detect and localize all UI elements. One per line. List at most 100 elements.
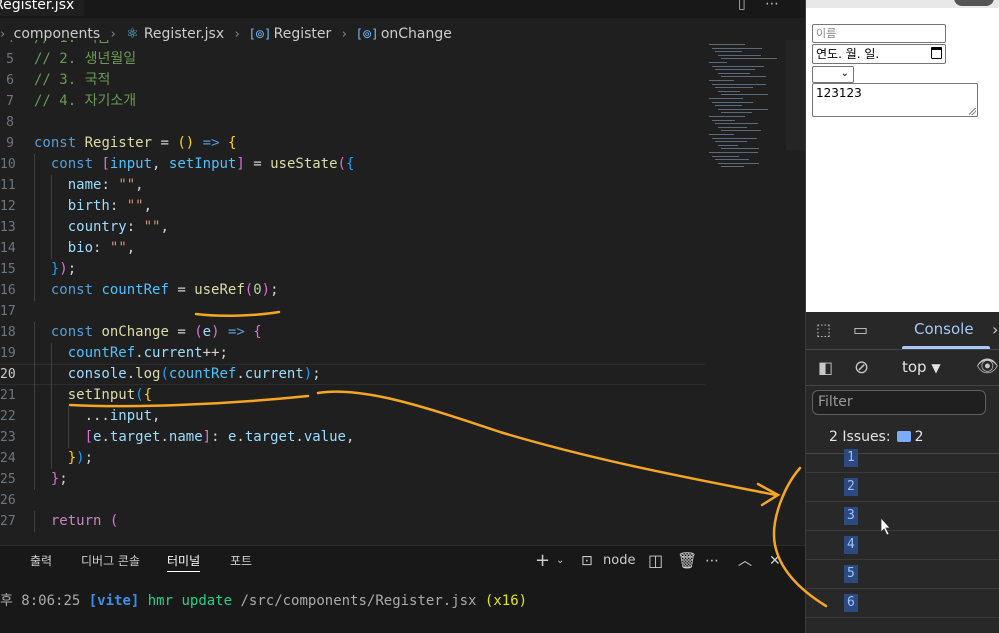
profile-avatar[interactable] [954,0,994,6]
code-line[interactable]: 15 }); [0,259,705,280]
line-number: 15 [0,262,16,277]
panel-tab-output[interactable]: 출력 [30,550,52,572]
new-terminal-icon[interactable]: + [535,550,550,572]
code-text: ...input, [84,408,161,424]
indent-guide [34,427,35,448]
line-number: 17 [0,304,16,319]
code-line[interactable]: 9 const Register = () => { [0,133,705,154]
chevron-down-icon[interactable]: ⌄ [556,550,564,572]
editor-tab-strip: Register.jsx ▯ ⋯ [0,0,805,18]
eye-icon[interactable]: 👁 [976,356,999,377]
code-line[interactable]: 22 ...input, [0,406,705,427]
more-actions-icon[interactable]: ⋯ [705,550,719,572]
indent-guide [34,196,35,217]
minimap-line [712,101,754,103]
code-line[interactable]: 5 // 2. 생년월일 [0,49,705,70]
close-icon[interactable]: ✕ [769,550,781,572]
split-terminal-icon[interactable]: ◫ [648,550,663,572]
code-line[interactable]: 13 country: "", [0,217,705,238]
code-line[interactable]: 6 // 3. 국적 [0,70,705,91]
birth-date-input[interactable]: 연도. 월. 일. [812,44,946,64]
console-log-row[interactable]: 6 [806,589,999,618]
code-line[interactable]: 7 // 4. 자기소개 [0,91,705,112]
terminal-name[interactable]: node [603,550,635,572]
indent-guide [34,217,35,238]
code-line[interactable]: 14 bio: "", [0,238,705,259]
split-editor-icon[interactable]: ▯ [738,0,746,12]
panel-tab-debug-console[interactable]: 디버그 콘솔 [81,550,140,572]
minimap-line [715,87,753,89]
minimap-line [721,166,745,168]
code-line[interactable]: 26 [0,490,705,511]
minimap-line [712,65,765,67]
line-number: 23 [0,430,16,445]
code-line[interactable]: 24 }); [0,448,705,469]
console-log-row[interactable]: 3 [806,502,999,531]
line-number: 9 [6,136,14,151]
context-select[interactable]: top ▼ [902,358,941,376]
code-line[interactable]: 20 console.log(countRef.current); [0,364,705,385]
line-number: 13 [0,220,16,235]
more-actions-icon[interactable]: ⋯ [765,0,779,12]
console-log-row[interactable]: 5 [806,560,999,589]
code-line[interactable]: 27 return ( [0,511,705,532]
indent-guide [34,469,35,490]
line-number: 7 [6,94,14,109]
minimap-line [721,94,768,96]
code-text: console.log(countRef.current); [67,366,321,382]
indent-guide [34,154,35,175]
code-line[interactable]: 17 [0,301,705,322]
console-log-value: 1 [844,449,858,467]
code-line[interactable]: 25 }; [0,469,705,490]
code-text: country: "", [67,219,169,235]
console-log-row[interactable]: 2 [806,473,999,502]
filter-input[interactable]: Filter [812,390,986,415]
line-number: 16 [0,283,16,298]
code-line[interactable]: 16 const countRef = useRef(0); [0,280,705,301]
resize-handle-icon[interactable] [969,108,976,115]
console-log-row[interactable]: 4 [806,531,999,560]
code-text: const [input, setInput] = useState({ [50,156,355,172]
indent-guide [50,217,52,238]
line-number: 24 [0,451,16,466]
code-line[interactable]: 19 countRef.current++; [0,343,705,364]
indent-guide [34,511,35,532]
terminal-icon[interactable]: ⊡ [581,550,593,572]
indent-guide [50,175,52,196]
clear-console-icon[interactable]: ⊘ [854,357,869,378]
tab-console[interactable]: Console [914,320,974,338]
console-log-row[interactable]: 1 [806,444,999,473]
code-editor[interactable]: Register.jsx ▯ ⋯ › components › ⚛ Registe… [0,0,805,633]
indent-guide [50,448,52,469]
country-select[interactable]: ⌄ [812,66,854,83]
bottom-panel: 출력 디버그 콘솔 터미널 포트 + ⌄ ⊡ node ◫ 🗑 ⋯ ︿ ✕ 후 … [0,545,805,633]
code-line[interactable]: 12 birth: "", [0,196,705,217]
sidebar-toggle-icon[interactable]: ◧ [818,358,833,377]
inspect-element-icon[interactable]: ⬚ [816,320,831,339]
minimap-line [709,116,745,117]
device-toolbar-icon[interactable]: ▭ [853,320,868,339]
code-line[interactable]: 18 const onChange = (e) => { [0,322,705,343]
bio-textarea[interactable]: 123123 [812,83,978,117]
code-line[interactable]: 4 // 1. 이름 [0,40,705,49]
code-text: const Register = () => { [34,135,237,151]
panel-tab-terminal[interactable]: 터미널 [167,550,201,572]
issues-message-icon [896,431,911,442]
code-line[interactable]: 10 const [input, setInput] = useState({ [0,154,705,175]
console-log-value: 3 [844,507,858,525]
line-number: 12 [0,199,16,214]
code-line[interactable]: 21 setInput({ [0,385,705,406]
chevron-up-icon[interactable]: ︿ [738,550,752,572]
more-tabs-icon[interactable]: › [992,320,998,339]
editor-tab-register[interactable]: Register.jsx [0,0,85,16]
calendar-icon[interactable] [931,47,942,59]
minimap-slider[interactable] [786,40,805,150]
panel-tab-ports[interactable]: 포트 [230,550,252,572]
active-tab-indicator [902,346,990,349]
code-line[interactable]: 11 name: "", [0,175,705,196]
trash-icon[interactable]: 🗑 [677,550,697,572]
code-lines[interactable]: 4 // 1. 이름 5 // 2. 생년월일 6 // 3. 국적 7 // 4. 자기소개… [0,40,705,545]
code-line[interactable]: 8 [0,112,705,133]
code-line[interactable]: 23 [e.target.name]: e.target.value, [0,427,705,448]
name-input[interactable]: 이름 [812,24,946,43]
